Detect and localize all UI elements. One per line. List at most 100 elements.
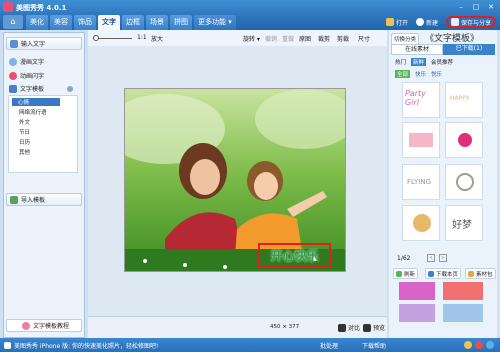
app-window: 美图秀秀 4.0.1 – □ ✕ ⌂ 美化 美容 饰品 文字 边框 场景 拼图 …	[0, 0, 500, 352]
share-icon[interactable]	[475, 341, 483, 349]
title-bar: 美图秀秀 4.0.1 – □ ✕	[0, 0, 500, 14]
text-input-icon	[10, 39, 18, 48]
enlarge-button[interactable]: 放大	[151, 34, 163, 43]
maximize-icon[interactable]: □	[470, 2, 482, 12]
preview-label: 预览	[373, 325, 386, 332]
tab-downloaded[interactable]: 已下载(1)	[443, 44, 495, 55]
minimize-icon[interactable]: –	[455, 2, 467, 12]
undo-button[interactable]: 撤销	[265, 34, 277, 43]
preview-button[interactable]: 预览	[363, 323, 385, 332]
overlay-text: 开心快乐	[270, 249, 319, 263]
pack-icon	[468, 270, 474, 277]
filter-joy[interactable]: 悦乐	[431, 70, 442, 78]
tutorial-button[interactable]: 文字模板教程	[6, 319, 82, 332]
weibo-icon[interactable]	[464, 341, 472, 349]
tree-item-other[interactable]: 其他	[19, 148, 30, 156]
filter-happy[interactable]: 快乐	[415, 70, 426, 78]
download-page-button[interactable]: 下载本页	[425, 268, 462, 279]
redo-button[interactable]: 重做	[282, 34, 294, 43]
subtabs: 热门 新鲜 会员推荐	[395, 58, 453, 66]
text-template-header[interactable]: 文字模板	[6, 83, 76, 94]
subtab-vip[interactable]: 会员推荐	[431, 58, 453, 66]
help-button[interactable]: 下载帮助	[362, 341, 386, 350]
tab-online-materials[interactable]: 在线素材	[391, 44, 443, 55]
text-template-label: 文字模板	[20, 86, 45, 93]
import-icon	[10, 195, 18, 204]
template-thumb-flying[interactable]: FLYING	[402, 164, 440, 200]
original-button[interactable]: 原图	[299, 34, 311, 43]
plus-icon	[415, 18, 424, 26]
template-thumb-good[interactable]: 好梦	[445, 205, 483, 241]
text-overlay-box[interactable]: 开心快乐	[258, 243, 331, 268]
tab-beauty[interactable]: 美容	[50, 15, 72, 30]
comic-text-label: 漫画文字	[20, 59, 45, 66]
save-icon	[450, 18, 459, 26]
zoom-slider-handle[interactable]	[93, 35, 99, 41]
input-text-button[interactable]: 输入文字	[6, 37, 82, 50]
open-button[interactable]: 打开	[385, 16, 408, 28]
promo-banner-4[interactable]	[443, 304, 483, 322]
import-template-button[interactable]: 导入模板	[6, 193, 82, 206]
tab-accessories[interactable]: 饰品	[74, 15, 96, 30]
tree-item-holiday[interactable]: 节日	[19, 128, 30, 136]
page-next-button[interactable]: ›	[439, 254, 447, 262]
folder-icon	[385, 18, 394, 26]
compare-label: 对比	[348, 325, 361, 332]
compare-button[interactable]: 对比	[338, 323, 360, 332]
tab-text[interactable]: 文字	[98, 15, 120, 30]
refresh-icon	[396, 270, 402, 277]
qq-icon[interactable]	[486, 341, 494, 349]
tab-beautify[interactable]: 美化	[26, 15, 48, 30]
zoom-slider-track[interactable]	[96, 38, 132, 39]
comic-text-button[interactable]: 漫画文字	[6, 55, 82, 68]
subtab-hot[interactable]: 热门	[395, 58, 406, 66]
page-prev-button[interactable]: ‹	[427, 254, 435, 262]
new-button[interactable]: 新建	[415, 16, 438, 28]
batch-button[interactable]: 批处理	[320, 341, 338, 350]
tree-item-foreign[interactable]: 外文	[19, 118, 30, 126]
promo-banner-3[interactable]	[399, 304, 435, 322]
crop-button[interactable]: 裁剪	[318, 34, 330, 43]
template-thumb-leaf[interactable]	[445, 164, 483, 200]
phone-icon	[4, 341, 11, 349]
tree-item-mood[interactable]: 心情	[12, 98, 60, 106]
size-button[interactable]: 尺寸	[358, 34, 370, 43]
home-icon[interactable]: ⌂	[3, 15, 23, 29]
status-message[interactable]: 美图秀秀 iPhone 版: 你的快速美化照片，轻松修图吧!	[14, 341, 158, 350]
template-thumb-happy-char[interactable]	[402, 205, 440, 241]
template-tree: 心情 网络流行语 外文 节日 日历 其他	[8, 95, 78, 173]
panel-title: 《文字模板》	[425, 34, 480, 44]
filters: 全部 快乐 悦乐	[395, 70, 442, 78]
open-label: 打开	[395, 19, 408, 27]
zoom-reset-button[interactable]: 1:1	[137, 34, 147, 41]
subtab-fresh[interactable]: 新鲜	[411, 58, 427, 66]
template-thumb-party[interactable]: Party Girl	[402, 82, 440, 118]
input-text-label: 输入文字	[21, 41, 46, 48]
tab-border[interactable]: 边框	[122, 15, 144, 30]
template-thumb-happy[interactable]: HAPPY	[445, 82, 483, 118]
close-icon[interactable]: ✕	[485, 2, 497, 12]
collapse-icon[interactable]	[67, 85, 73, 92]
tree-item-internet-slang[interactable]: 网络流行语	[19, 108, 47, 116]
material-pack-button[interactable]: 素材包	[465, 268, 496, 279]
compare-icon	[338, 323, 346, 332]
template-thumb-heart[interactable]	[445, 122, 483, 158]
promo-banner-2[interactable]	[443, 282, 483, 300]
save-share-button[interactable]: 保存与分享	[445, 16, 496, 28]
heart-icon	[9, 71, 17, 80]
download-icon	[428, 270, 434, 277]
tab-collage[interactable]: 拼图	[170, 15, 192, 30]
rotate-button[interactable]: 旋转 ▾	[243, 34, 260, 43]
trim-button[interactable]: 剪裁	[337, 34, 349, 43]
template-thumb-pink-blocks[interactable]	[402, 122, 440, 158]
status-icons	[464, 341, 494, 349]
tab-scene[interactable]: 场景	[146, 15, 168, 30]
promo-banner-1[interactable]	[399, 282, 435, 300]
tree-item-calendar[interactable]: 日历	[19, 138, 30, 146]
animated-flash-button[interactable]: 动画闪字	[6, 69, 82, 82]
photo-canvas[interactable]: 开心快乐	[124, 88, 346, 272]
tab-more[interactable]: 更多功能 ▾	[194, 15, 236, 30]
app-logo-icon	[3, 2, 13, 12]
filter-all[interactable]: 全部	[395, 70, 411, 78]
refresh-button[interactable]: 刷新	[393, 268, 419, 279]
